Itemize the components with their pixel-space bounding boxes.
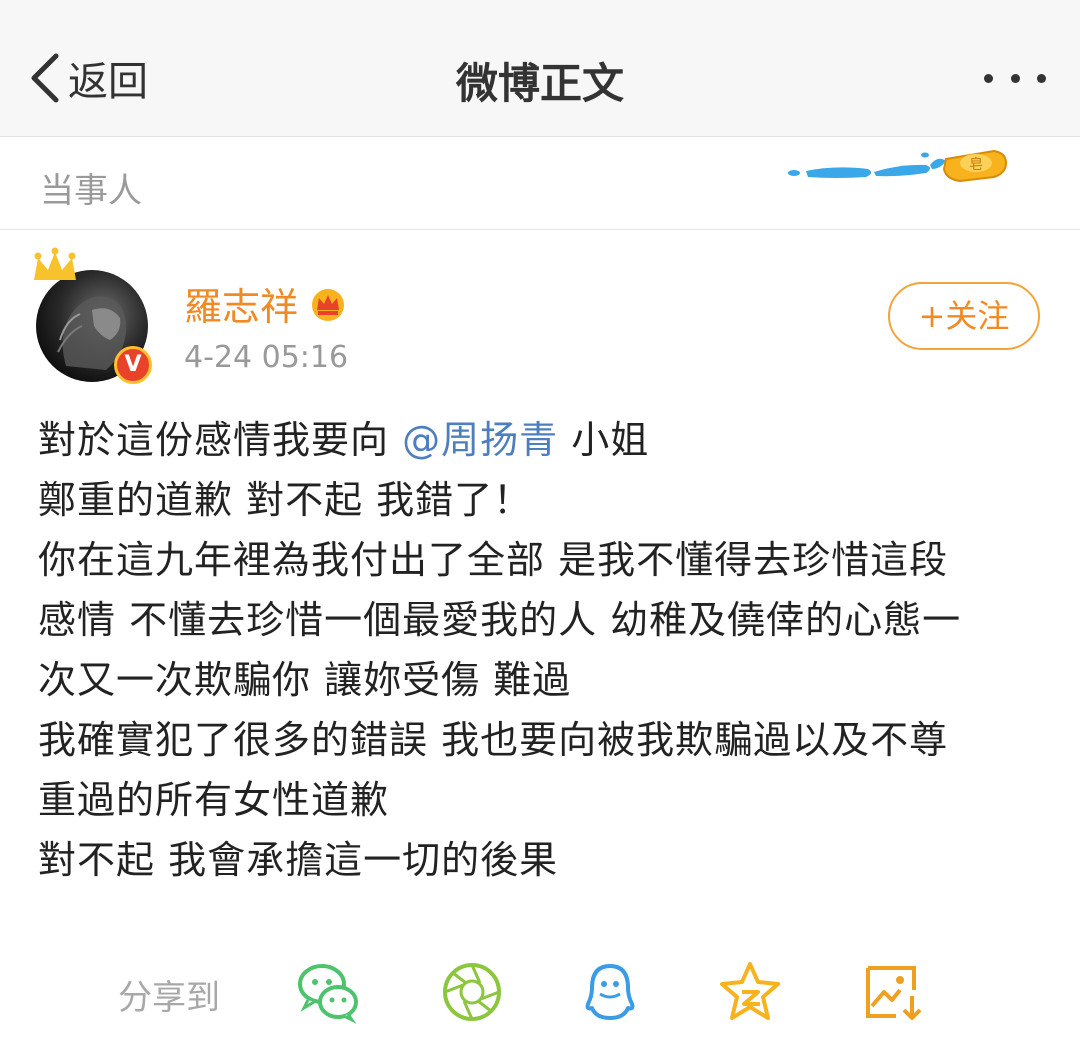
username[interactable]: 羅志祥 xyxy=(184,276,298,331)
avatar-wrap[interactable]: V xyxy=(30,246,160,386)
moments-icon[interactable] xyxy=(440,960,504,1024)
soap-badge-text: 皂 xyxy=(969,157,983,173)
content-line: 次又一次欺騙你 讓妳受傷 難過 xyxy=(38,658,572,702)
more-dot-icon xyxy=(1037,73,1046,83)
more-dot-icon xyxy=(1010,73,1020,83)
content-line: 感情 不懂去珍惜一個最愛我的人 幼稚及僥倖的心態一 xyxy=(38,598,962,642)
content-line: 對於這份感情我要向 @周扬青 小姐 xyxy=(38,410,1048,470)
topic-bar: 当事人 皂 xyxy=(0,137,1080,230)
verified-badge: V xyxy=(114,346,152,384)
soap-decoration-icon: 皂 xyxy=(788,149,1008,183)
content-line: 對不起 我會承擔這一切的後果 xyxy=(38,838,559,882)
share-label: 分享到 xyxy=(118,978,220,1018)
content-line: 你在這九年裡為我付出了全部 是我不懂得去珍惜這段 xyxy=(38,538,949,582)
topic-label[interactable]: 当事人 xyxy=(40,163,142,212)
post-time: 4-24 05:16 xyxy=(184,340,349,375)
username-row: 羅志祥 xyxy=(184,276,348,331)
share-bar: 分享到 xyxy=(0,950,1080,1030)
content-line: 鄭重的道歉 對不起 我錯了！ xyxy=(38,478,533,522)
more-options-button[interactable] xyxy=(984,60,1046,96)
mention-link[interactable]: @周扬青 xyxy=(402,418,558,462)
content-line: 重過的所有女性道歉 xyxy=(38,778,390,822)
follow-button[interactable]: +关注 xyxy=(888,282,1040,350)
nav-bar: 返回 微博正文 xyxy=(0,0,1080,137)
content-text: 對於這份感情我要向 xyxy=(38,418,403,462)
more-dot-icon xyxy=(984,73,993,83)
content-line: 我確實犯了很多的錯誤 我也要向被我欺騙過以及不尊 xyxy=(38,718,949,762)
content-text: 小姐 xyxy=(558,418,650,462)
save-image-icon[interactable] xyxy=(862,960,926,1024)
post-content: 對於這份感情我要向 @周扬青 小姐 鄭重的道歉 對不起 我錯了！ 你在這九年裡為… xyxy=(38,410,1048,890)
wechat-icon[interactable] xyxy=(296,960,360,1024)
qzone-icon[interactable] xyxy=(718,960,782,1024)
crown-icon xyxy=(34,247,76,280)
vip-crown-icon[interactable] xyxy=(308,285,348,323)
qq-icon[interactable] xyxy=(578,960,642,1024)
page-title: 微博正文 xyxy=(455,59,624,108)
